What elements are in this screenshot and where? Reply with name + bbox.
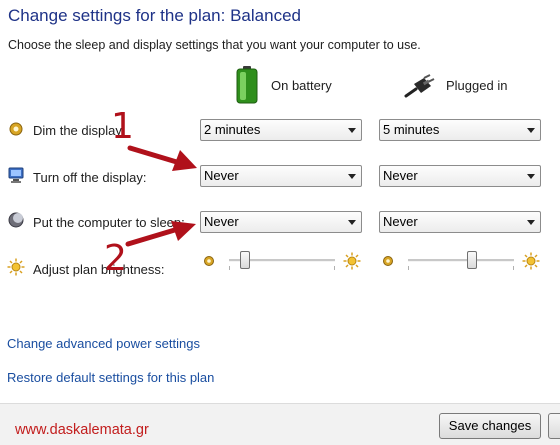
- annotation-arrow-2: [125, 221, 196, 247]
- annotation-arrow-1: [127, 145, 197, 171]
- restore-defaults-link[interactable]: Restore default settings for this plan: [7, 370, 214, 385]
- save-changes-button[interactable]: Save changes: [439, 413, 541, 439]
- watermark-text: www.daskalemata.gr: [15, 422, 149, 438]
- change-advanced-settings-link[interactable]: Change advanced power settings: [7, 336, 200, 351]
- cancel-button[interactable]: [548, 413, 560, 439]
